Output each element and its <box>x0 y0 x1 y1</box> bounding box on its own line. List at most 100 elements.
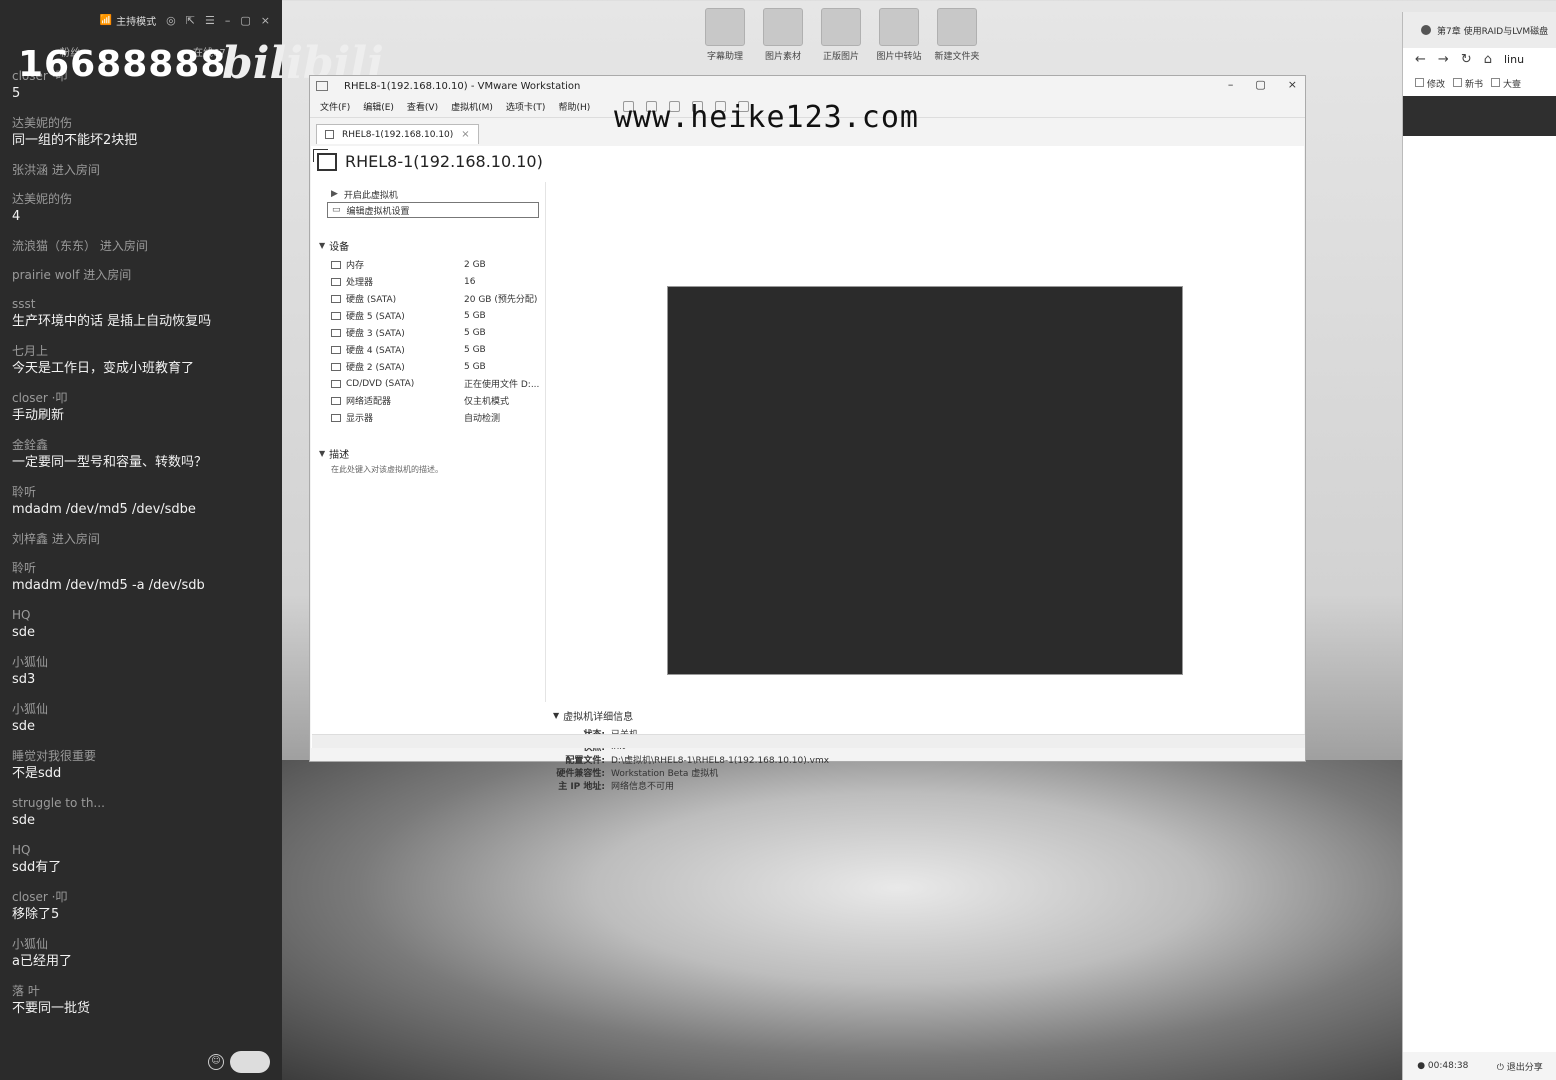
share-icon[interactable]: ⇱ <box>186 14 195 27</box>
device-value: 自动检测 <box>464 414 501 424</box>
chat-username[interactable]: ssst <box>12 296 274 313</box>
tab-vm[interactable]: RHEL8-1(192.168.10.10) × <box>316 124 479 144</box>
description-hint[interactable]: 在此处键入对该虚拟机的描述。 <box>319 464 547 475</box>
browser-tab[interactable]: 第7章 使用RAID与LVM磁盘 <box>1403 12 1556 48</box>
minimize-icon[interactable]: – <box>225 14 231 27</box>
menu-icon[interactable]: ☰ <box>205 14 215 27</box>
bookmark-item[interactable]: 新书 <box>1453 77 1483 90</box>
home-icon[interactable]: ⌂ <box>1484 52 1492 67</box>
chat-username[interactable]: 达美妮的伤 <box>12 191 274 208</box>
minimize-icon[interactable]: – <box>1228 78 1234 91</box>
close-icon[interactable]: × <box>1288 78 1297 91</box>
chat-username[interactable]: 张洪涵 进入房间 <box>12 162 274 179</box>
host-mode-toggle[interactable]: 📶 主持模式 <box>100 13 156 28</box>
vmware-app-icon <box>316 81 328 91</box>
menu-vm[interactable]: 虚拟机(M) <box>451 100 493 113</box>
desktop-icon[interactable]: 图片中转站 <box>874 8 924 70</box>
chat-username[interactable]: 聆听 <box>12 560 274 577</box>
detail-key: 硬件兼容性: <box>556 769 605 779</box>
exit-share-button[interactable]: ⏻ 退出分享 <box>1497 1060 1543 1073</box>
back-icon[interactable]: ← <box>1415 52 1426 67</box>
chat-message: 达美妮的伤 同一组的不能坏2块把 <box>12 115 274 150</box>
window-title: RHEL8-1(192.168.10.10) - VMware Workstat… <box>344 80 581 92</box>
vm-tab-icon <box>325 130 334 139</box>
menu-tabs[interactable]: 选项卡(T) <box>506 100 546 113</box>
device-icon <box>331 328 341 337</box>
collapse-icon: ▼ <box>319 240 326 250</box>
close-tab-icon[interactable]: × <box>461 129 469 140</box>
chat-username[interactable]: 小狐仙 <box>12 936 274 953</box>
settings-icon[interactable]: ◎ <box>166 14 176 27</box>
bookmark-item[interactable]: 大壹 <box>1491 77 1521 90</box>
device-row[interactable]: 网络适配器 仅主机模式 <box>331 392 547 409</box>
chat-text: 生产环境中的话 是插上自动恢复吗 <box>12 314 212 329</box>
chat-username[interactable]: 金銓鑫 <box>12 437 274 454</box>
chat-username[interactable]: 刘梓鑫 进入房间 <box>12 531 274 548</box>
chat-username[interactable]: 小狐仙 <box>12 701 274 718</box>
chat-username[interactable]: closer ·叩 <box>12 390 274 407</box>
description-section-header[interactable]: ▼ 描述 <box>319 446 547 461</box>
chat-username[interactable]: 聆听 <box>12 484 274 501</box>
device-row[interactable]: 硬盘 5 (SATA) 5 GB <box>331 307 547 324</box>
address-bar[interactable]: linu <box>1504 53 1524 66</box>
chat-username[interactable]: 流浪猫（东东） 进入房间 <box>12 238 274 255</box>
chat-text: sd3 <box>12 672 36 687</box>
favicon-icon <box>1421 25 1431 35</box>
power-on-button[interactable]: ▶ 开启此虚拟机 <box>319 186 547 202</box>
desktop-icon[interactable]: 正版图片 <box>816 8 866 70</box>
desktop-icon[interactable]: 字幕助理 <box>700 8 750 70</box>
device-row[interactable]: 硬盘 (SATA) 20 GB (预先分配) <box>331 290 547 307</box>
chat-username[interactable]: 睡觉对我很重要 <box>12 748 274 765</box>
device-row[interactable]: CD/DVD (SATA) 正在使用文件 D:... <box>331 375 547 392</box>
chat-message: 聆听 mdadm /dev/md5 /dev/sdbe <box>12 484 274 519</box>
bookmark-icon <box>1415 77 1424 87</box>
device-value: 5 GB <box>464 361 486 372</box>
vm-screen-preview[interactable] <box>667 286 1183 675</box>
device-row[interactable]: 硬盘 3 (SATA) 5 GB <box>331 324 547 341</box>
chat-username[interactable]: prairie wolf 进入房间 <box>12 267 274 284</box>
folder-icon <box>705 8 745 46</box>
desktop-icon[interactable]: 图片素材 <box>758 8 808 70</box>
menu-file[interactable]: 文件(F) <box>320 100 350 113</box>
chat-username[interactable]: HQ <box>12 842 274 859</box>
chat-username[interactable]: 小狐仙 <box>12 654 274 671</box>
chat-username[interactable]: HQ <box>12 607 274 624</box>
menu-view[interactable]: 查看(V) <box>407 100 438 113</box>
device-row[interactable]: 硬盘 2 (SATA) 5 GB <box>331 358 547 375</box>
menu-help[interactable]: 帮助(H) <box>558 100 590 113</box>
chat-username[interactable]: 落 叶 <box>12 983 274 1000</box>
chat-username[interactable]: 达美妮的伤 <box>12 115 274 132</box>
reload-icon[interactable]: ↻ <box>1461 52 1472 67</box>
device-name: 硬盘 (SATA) <box>346 295 397 305</box>
edit-settings-button[interactable]: ▭ 编辑虚拟机设置 <box>327 202 539 218</box>
emoji-icon[interactable]: ☺ <box>208 1054 224 1070</box>
device-row[interactable]: 处理器 16 <box>331 273 547 290</box>
desktop-icon[interactable]: 新建文件夹 <box>932 8 982 70</box>
power-icon: ⏻ <box>1496 1062 1507 1073</box>
detail-value: Workstation Beta 虚拟机 <box>611 769 719 779</box>
forward-icon[interactable]: → <box>1438 52 1449 67</box>
chat-username[interactable]: struggle to th... <box>12 795 274 812</box>
chat-message: 小狐仙 sde <box>12 701 274 736</box>
vm-icon <box>313 148 337 171</box>
chat-message: HQ sdd有了 <box>12 842 274 877</box>
detail-key: 主 IP 地址: <box>558 782 605 792</box>
device-row[interactable]: 硬盘 4 (SATA) 5 GB <box>331 341 547 358</box>
device-name: 内存 <box>346 261 365 271</box>
close-icon[interactable]: × <box>261 14 270 27</box>
chat-username[interactable]: 七月上 <box>12 343 274 360</box>
maximize-icon[interactable]: ▢ <box>240 14 250 27</box>
device-row[interactable]: 显示器 自动检测 <box>331 409 547 426</box>
bookmark-icon <box>1491 77 1501 87</box>
chat-input-bar: ☺ <box>0 1046 282 1080</box>
chat-username[interactable]: closer ·叩 <box>12 889 274 906</box>
devices-section-header[interactable]: ▼ 设备 <box>319 238 547 253</box>
maximize-icon[interactable]: ▢ <box>1255 78 1265 91</box>
device-icon <box>331 362 341 371</box>
chat-input[interactable] <box>230 1051 270 1073</box>
device-row[interactable]: 内存 2 GB <box>331 256 547 273</box>
bookmark-item[interactable]: 修改 <box>1415 77 1445 90</box>
details-section-header[interactable]: ▼ 虚拟机详细信息 <box>553 708 829 723</box>
chat-text: sde <box>12 813 36 828</box>
menu-edit[interactable]: 编辑(E) <box>363 100 394 113</box>
